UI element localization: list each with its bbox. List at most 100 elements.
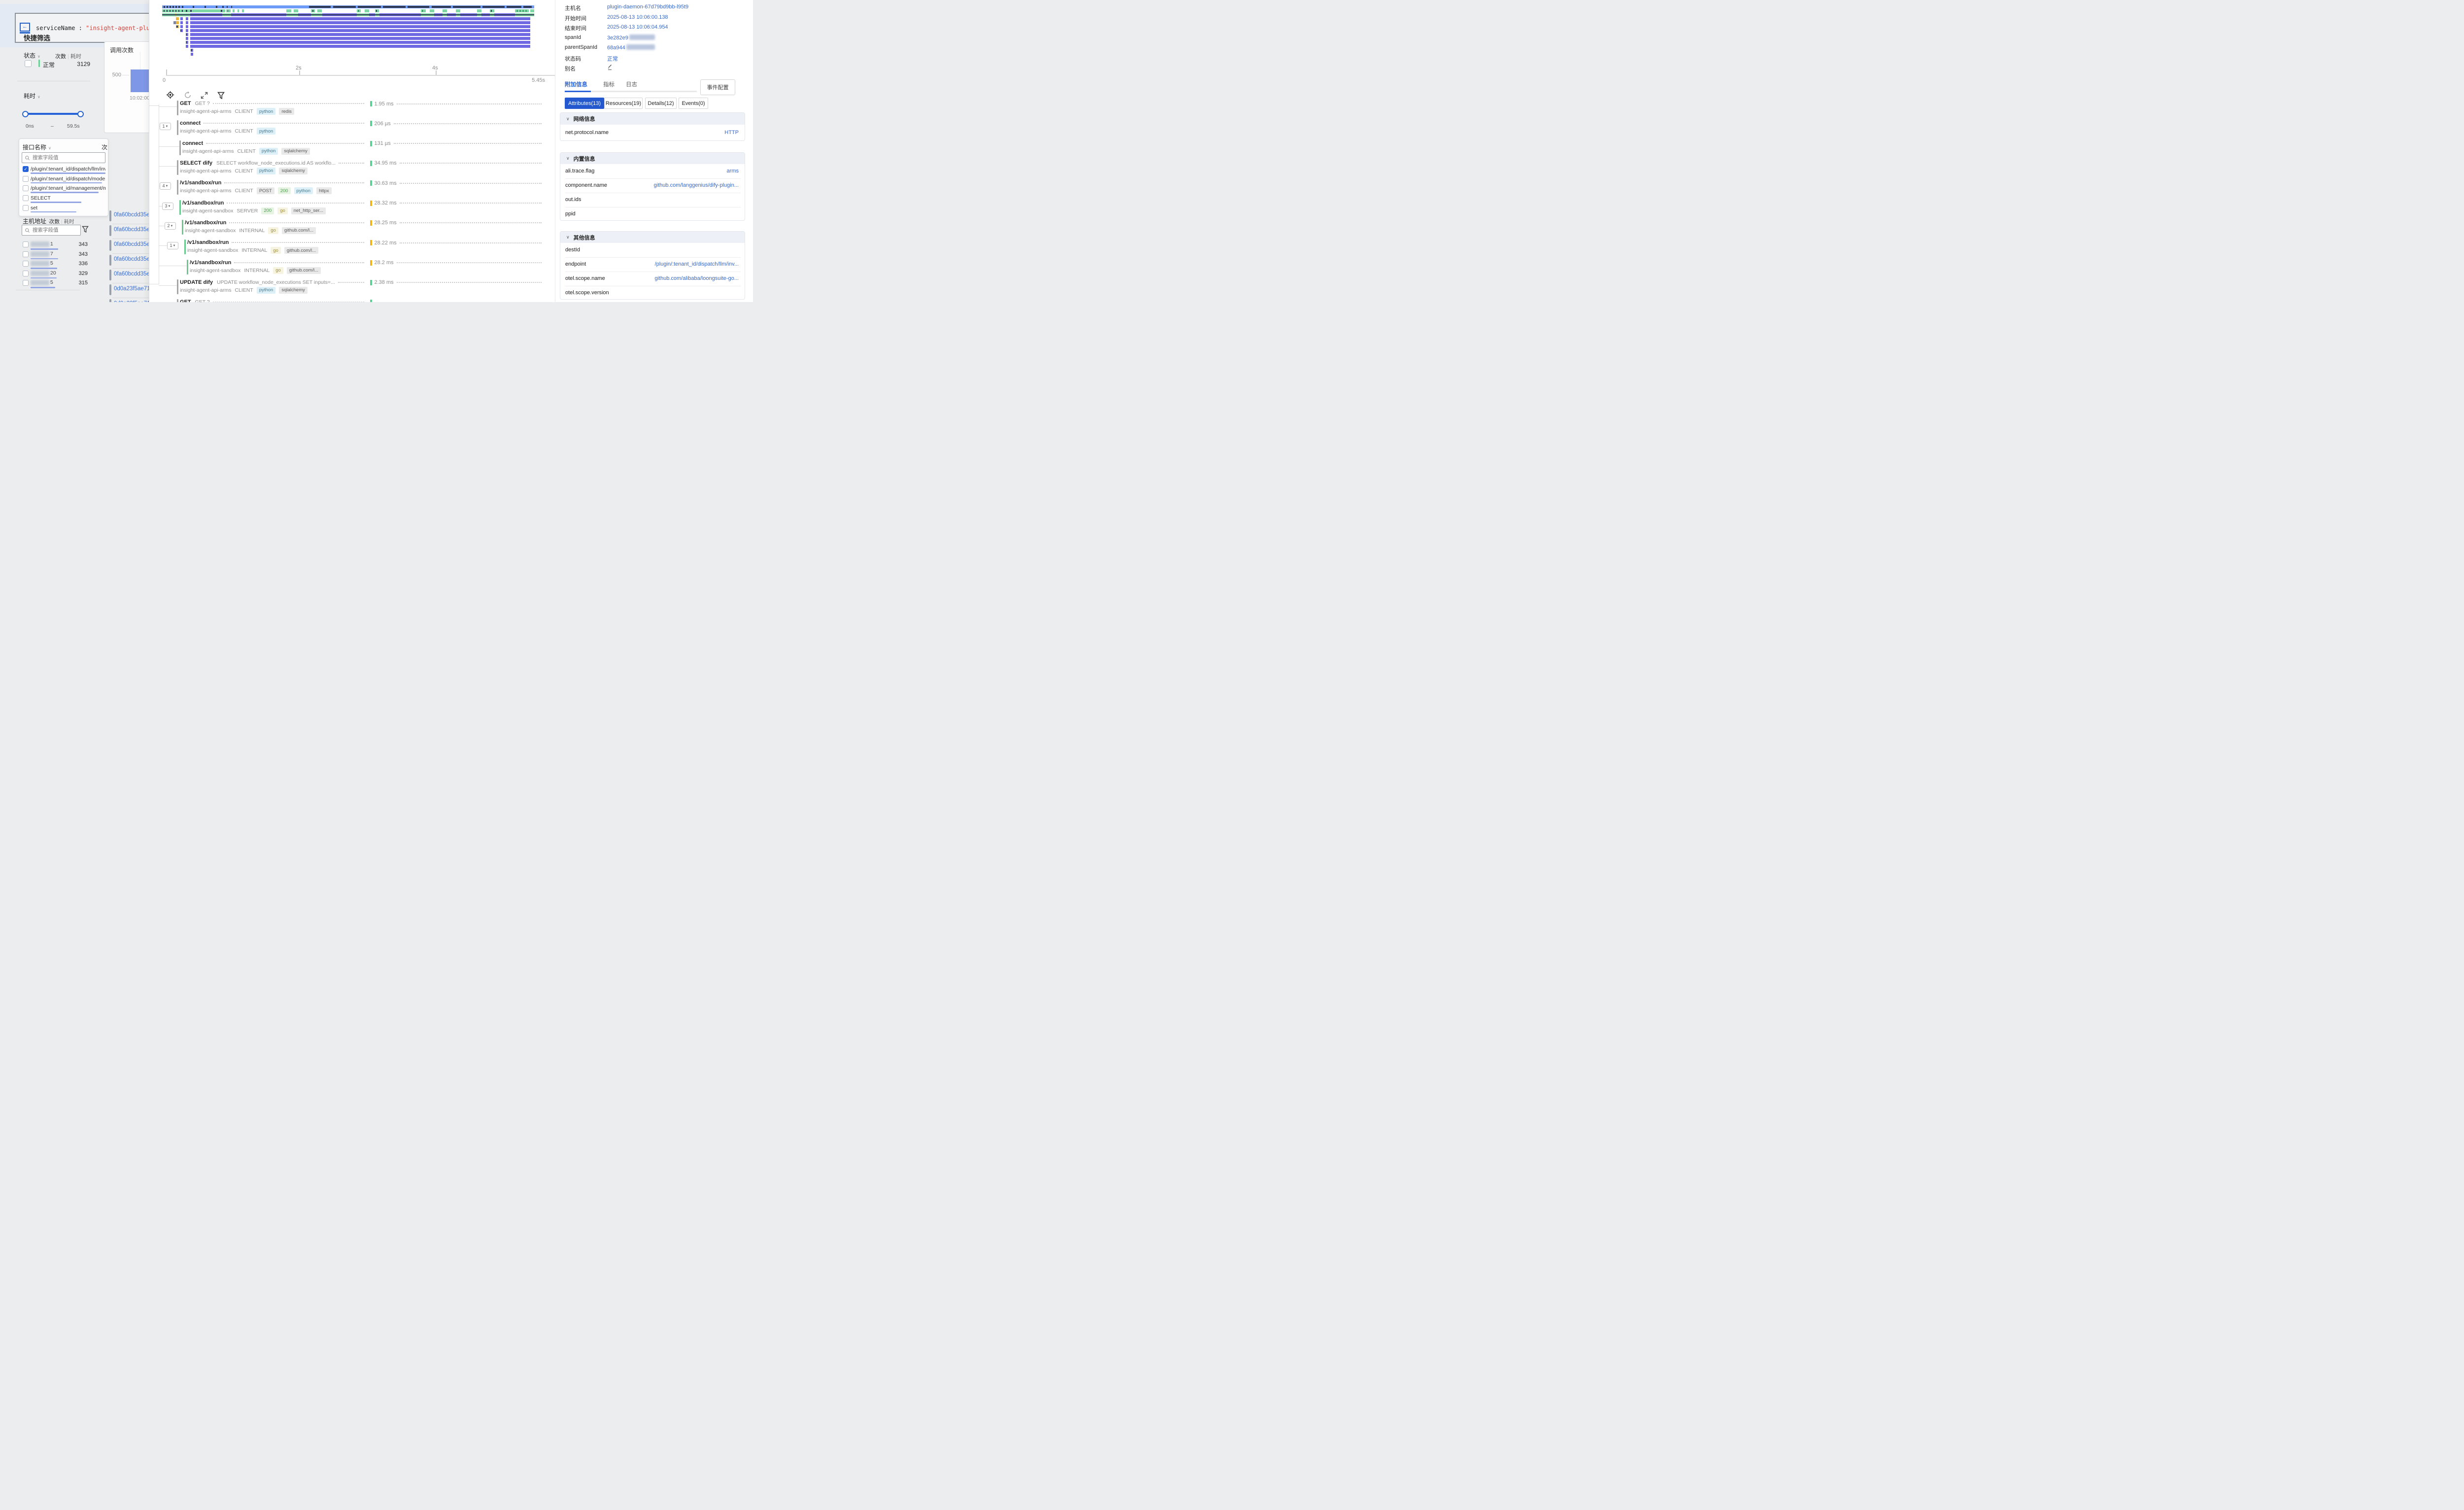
duration-slider[interactable]	[23, 113, 84, 115]
expand-icon[interactable]	[201, 92, 208, 99]
search-icon	[25, 228, 30, 233]
host-row-suffix: 5	[50, 279, 53, 285]
span-title-row[interactable]: GETGET ?	[180, 299, 367, 302]
slider-handle-min[interactable]	[22, 111, 29, 117]
span-title-row[interactable]: GETGET ?	[180, 100, 367, 107]
detail-field-value[interactable]: 68a944	[607, 44, 655, 51]
interface-section-label[interactable]: 接口名称∨	[23, 143, 51, 151]
trace-id-link[interactable]: 0fa60bcdd35e16772	[114, 256, 149, 264]
attr-tab-details[interactable]: Details(12)	[645, 98, 677, 109]
minimap-segment	[170, 10, 171, 12]
interface-search[interactable]	[22, 152, 105, 163]
trace-id-link[interactable]: 0fa60bcdd35e16772	[114, 271, 149, 279]
host-row-checkbox[interactable]	[23, 251, 29, 257]
span-service: insight-agent-api-arms	[180, 128, 231, 134]
attribute-value[interactable]: arms	[619, 168, 739, 174]
trace-id-link[interactable]: 0fa60bcdd35e16772	[114, 212, 149, 220]
host-section-label[interactable]: 主机地址∨	[23, 217, 51, 225]
edit-pencil-icon[interactable]	[607, 64, 613, 70]
attribute-section-header[interactable]: ∨网络信息	[560, 113, 745, 125]
span-title-row[interactable]: /v1/sandbox/run	[190, 259, 367, 266]
host-search-input[interactable]	[32, 227, 80, 234]
leader-dots	[234, 262, 364, 263]
host-search[interactable]	[22, 225, 81, 236]
trace-id-link[interactable]: 0fa60bcdd35e16772	[114, 241, 149, 249]
redacted-value	[626, 44, 655, 50]
filter-funnel-icon[interactable]	[82, 226, 89, 233]
detail-field-value[interactable]: 2025-08-13 10:06:00.138	[607, 14, 668, 20]
divider	[112, 253, 149, 254]
attribute-section-header[interactable]: ∨其他信息	[560, 232, 745, 243]
span-service: insight-agent-api-arms	[180, 108, 231, 114]
slider-handle-max[interactable]	[77, 111, 84, 117]
trace-id-link[interactable]: 0d0a23f5ae713227fb	[114, 286, 149, 294]
tab-logs[interactable]: 日志	[626, 80, 637, 88]
host-row-checkbox[interactable]	[23, 241, 29, 247]
span-collapse-badge[interactable]: 1▼	[160, 123, 171, 130]
span-tag: net_http_ser...	[291, 207, 326, 214]
span-title-row[interactable]: connect	[182, 140, 367, 147]
refresh-icon[interactable]	[184, 91, 192, 99]
attribute-value[interactable]: github.com/alibaba/loongsuite-go...	[619, 275, 739, 281]
status-section-label[interactable]: 状态∨	[24, 51, 40, 60]
span-collapse-badge[interactable]: 2▼	[165, 222, 176, 230]
status-normal-checkbox[interactable]	[25, 60, 32, 67]
interface-item-checkbox[interactable]	[23, 205, 29, 211]
span-service: insight-agent-api-arms	[182, 148, 234, 154]
span-title-row[interactable]: /v1/sandbox/run	[182, 200, 367, 206]
back-icon[interactable]: ←	[20, 23, 30, 32]
interface-item-label[interactable]: set	[31, 205, 37, 211]
interface-item-label[interactable]: /plugin/:tenant_id/dispatch/model/schema	[31, 176, 105, 182]
span-name: /v1/sandbox/run	[180, 180, 221, 186]
host-row-checkbox[interactable]	[23, 271, 29, 276]
trace-id-link[interactable]: 0fa60bcdd35e16772	[114, 227, 149, 235]
minimap-segment	[180, 25, 183, 28]
span-title-row[interactable]: connect	[180, 120, 367, 127]
tab-extra-info[interactable]: 附加信息	[565, 80, 587, 88]
attr-tab-events[interactable]: Events(0)	[679, 98, 708, 109]
detail-field-value[interactable]: 2025-08-13 10:06:04.954	[607, 24, 668, 30]
interface-item-checkbox[interactable]	[23, 185, 29, 191]
duration-tick	[370, 280, 372, 285]
span-title-row[interactable]: /v1/sandbox/run	[180, 179, 367, 186]
detail-field-value[interactable]: 正常	[607, 55, 618, 63]
duration-value: 28.25 ms	[375, 220, 397, 226]
span-collapse-badge[interactable]: 1▼	[167, 242, 178, 249]
span-collapse-badge[interactable]: 3▼	[162, 203, 173, 210]
trace-id-link[interactable]: 0d0a23f5ae713227fb	[114, 301, 149, 302]
span-title-row[interactable]: /v1/sandbox/run	[187, 239, 367, 246]
host-row-checkbox[interactable]	[23, 261, 29, 267]
interface-item-label[interactable]: /plugin/:tenant_id/management/models	[31, 185, 105, 191]
interface-item-checkbox[interactable]: ✓	[23, 166, 29, 172]
filter-funnel-icon[interactable]	[217, 92, 225, 100]
axis-label-0: 0	[163, 77, 166, 83]
detail-field-value[interactable]: 3e282e9	[607, 34, 655, 41]
span-kind: CLIENT	[235, 128, 253, 134]
attr-tab-attributes[interactable]: Attributes(13)	[565, 98, 604, 109]
tab-metrics[interactable]: 指标	[603, 80, 615, 88]
span-title-row[interactable]: UPDATE difyUPDATE workflow_node_executio…	[180, 279, 367, 286]
attribute-value[interactable]: /plugin/:tenant_id/dispatch/llm/inv...	[619, 261, 739, 267]
chart-bar[interactable]	[131, 69, 151, 92]
chart-xtick: 10:02:00	[130, 95, 150, 101]
locate-icon[interactable]	[166, 91, 174, 99]
span-duration: 28.25 ms	[370, 220, 545, 226]
span-title-row[interactable]: SELECT difySELECT workflow_node_executio…	[180, 160, 367, 167]
host-row-checkbox[interactable]	[23, 280, 29, 286]
attr-tab-resources[interactable]: Resources(19)	[604, 98, 643, 109]
span-collapse-badge[interactable]: 4▼	[160, 182, 171, 190]
duration-section-label[interactable]: 耗时∨	[24, 92, 40, 100]
detail-field-value[interactable]: plugin-daemon-67d79bd9bb-l95t9	[607, 4, 688, 10]
attribute-section-header[interactable]: ∨内置信息	[560, 153, 745, 164]
minimap-segment	[242, 9, 244, 12]
interface-item-checkbox[interactable]	[23, 195, 29, 201]
attribute-value[interactable]: github.com/langgenius/dify-plugin...	[619, 182, 739, 188]
interface-item-label[interactable]: SELECT	[31, 195, 51, 201]
attribute-value[interactable]: HTTP	[619, 130, 739, 136]
event-config-button[interactable]: 事件配置	[700, 79, 735, 95]
interface-item-label[interactable]: /plugin/:tenant_id/dispatch/llm/invoke	[31, 166, 105, 172]
host-row-redacted	[31, 271, 49, 276]
interface-item-checkbox[interactable]	[23, 176, 29, 182]
interface-search-input[interactable]	[32, 154, 105, 161]
span-title-row[interactable]: /v1/sandbox/run	[185, 219, 367, 226]
